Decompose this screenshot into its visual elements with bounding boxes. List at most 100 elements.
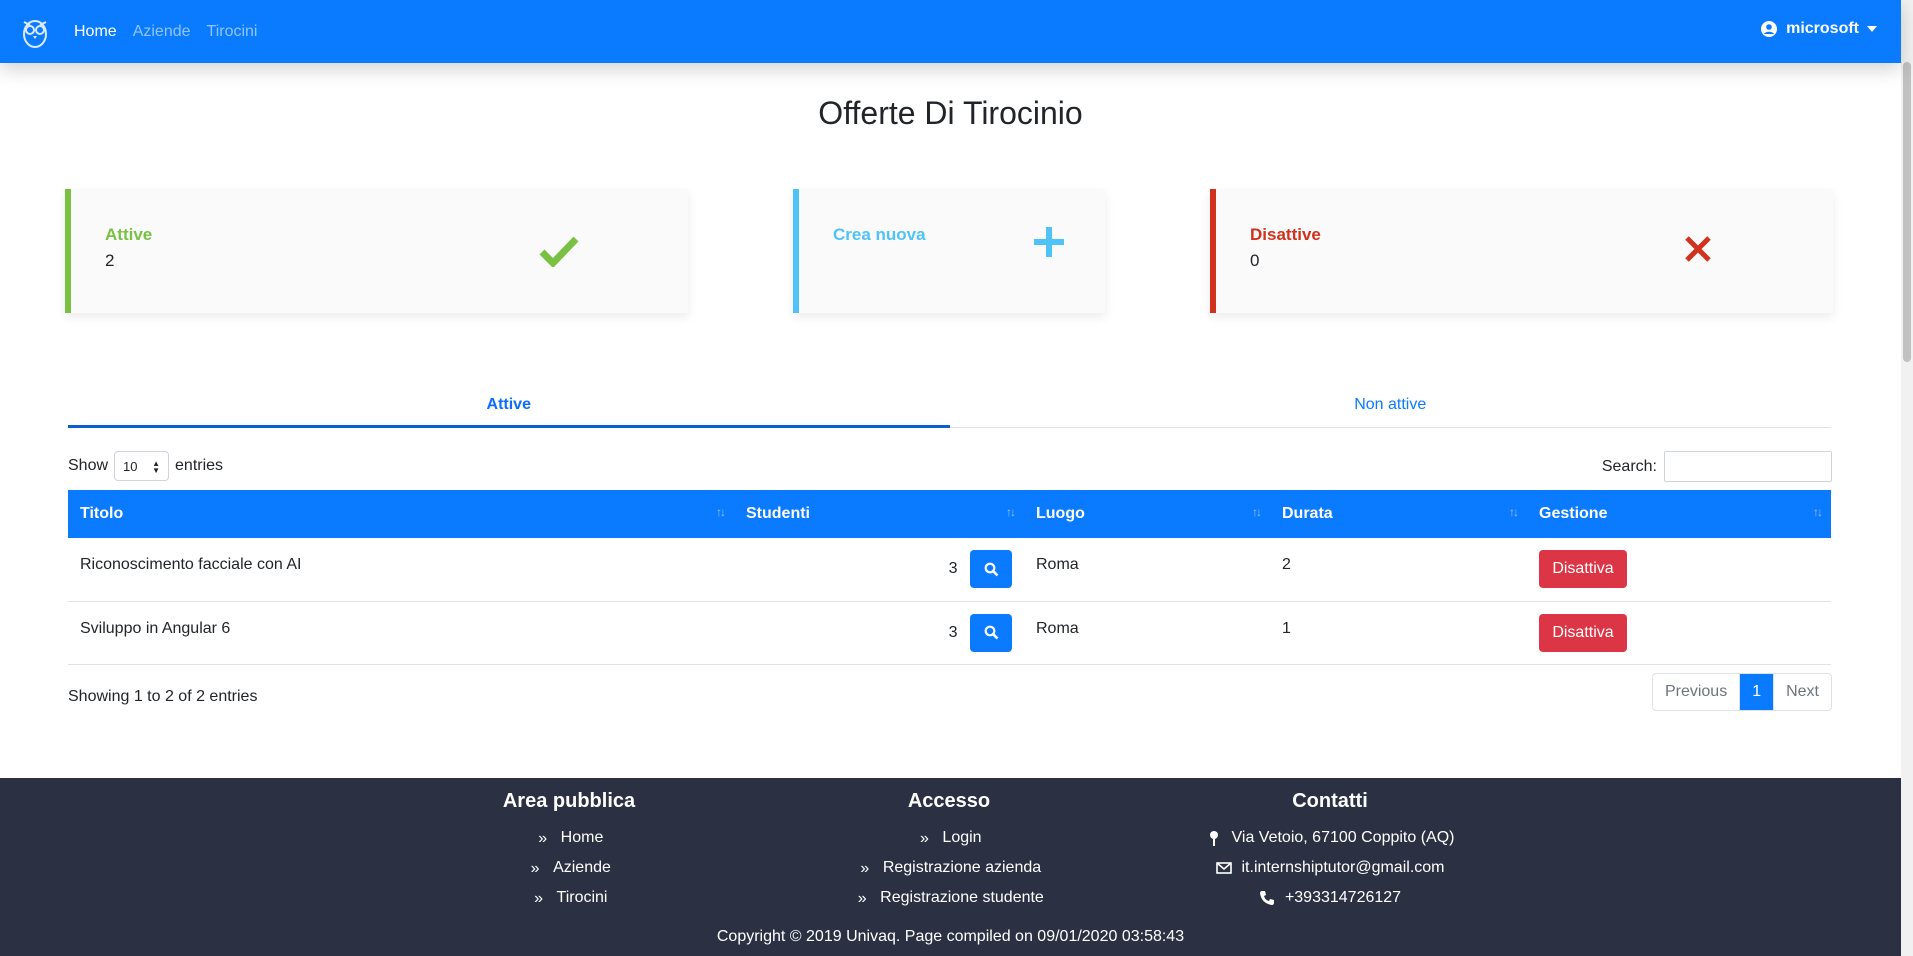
- footer-accesso: Accesso » Login » Registrazione azienda …: [799, 790, 1099, 913]
- nav-home[interactable]: Home: [74, 23, 117, 41]
- footer-phone[interactable]: +393314726127: [1180, 883, 1480, 913]
- table-info: Showing 1 to 2 of 2 entries: [68, 688, 258, 705]
- footer-link-registrazione-studente[interactable]: » Registrazione studente: [799, 883, 1099, 913]
- pagination-next[interactable]: Next: [1774, 674, 1831, 710]
- nav-tirocini[interactable]: Tirocini: [207, 23, 258, 41]
- search-label: Search:: [1601, 457, 1657, 475]
- offers-table: Titolo ↑↓ Studenti ↑↓ Luogo ↑↓ Durata ↑↓ Ges…: [68, 490, 1831, 665]
- header-luogo[interactable]: Luogo ↑↓: [1024, 490, 1270, 538]
- double-chevron-right-icon: »: [530, 860, 540, 877]
- page-length-select[interactable]: 10 ▲ ▼: [114, 451, 170, 481]
- active-offers-card[interactable]: Attive 2: [65, 189, 688, 313]
- cell-luogo: Roma: [1024, 538, 1270, 602]
- navbar: Home Aziende Tirocini microsoft: [0, 0, 1901, 63]
- pagination-previous[interactable]: Previous: [1653, 674, 1741, 710]
- create-card-label: Crea nuova: [833, 225, 926, 244]
- cell-titolo: Riconoscimento facciale con AI: [68, 538, 734, 602]
- search-input[interactable]: [1664, 451, 1832, 482]
- table-row: Riconoscimento facciale con AI 3 Roma 2 …: [68, 538, 1831, 602]
- footer: Area pubblica » Home » Aziende » Tirocin…: [0, 778, 1901, 956]
- sort-icon: ↑↓: [1006, 505, 1016, 519]
- cell-durata: 1: [1270, 601, 1527, 665]
- user-menu[interactable]: microsoft: [1761, 20, 1877, 38]
- sort-icon: ↑↓: [716, 505, 726, 519]
- double-chevron-right-icon: »: [857, 890, 867, 907]
- plus-icon[interactable]: [1032, 225, 1066, 259]
- envelope-icon: [1215, 862, 1232, 874]
- disattiva-button[interactable]: Disattiva: [1539, 613, 1627, 652]
- card-accent-bar: [793, 189, 799, 313]
- cell-studenti: 3: [734, 601, 1024, 665]
- table-row: Sviluppo in Angular 6 3 Roma 1 Disattiva: [68, 601, 1831, 665]
- sort-icon: ↑↓: [1252, 505, 1262, 519]
- user-circle-icon: [1761, 21, 1778, 37]
- phone-icon: [1259, 891, 1274, 905]
- tab-non-attive[interactable]: Non attive: [950, 388, 1832, 427]
- header-gestione[interactable]: Gestione ↑↓: [1527, 490, 1831, 538]
- footer-link-home[interactable]: » Home: [419, 823, 719, 853]
- card-accent-bar: [65, 189, 71, 313]
- double-chevron-right-icon: »: [534, 890, 543, 907]
- pagination: Previous 1 Next: [1651, 673, 1832, 711]
- active-card-label: Attive: [105, 225, 153, 244]
- map-pin-icon: [1209, 831, 1218, 846]
- footer-email[interactable]: it.internshiptutor@gmail.com: [1180, 853, 1480, 883]
- caret-down-icon: [1867, 26, 1877, 32]
- offers-tabs: Attive Non attive: [68, 388, 1831, 428]
- footer-link-tirocini[interactable]: » Tirocini: [419, 883, 719, 913]
- footer-heading: Area pubblica: [502, 790, 636, 812]
- owl-logo-icon[interactable]: [20, 14, 50, 50]
- check-icon: [539, 236, 579, 267]
- student-count: 3: [948, 623, 958, 641]
- pagination-page-1[interactable]: 1: [1740, 674, 1775, 710]
- inactive-card-count: 0: [1250, 251, 1260, 270]
- student-count: 3: [948, 560, 958, 578]
- search-icon: [984, 625, 998, 640]
- show-label: Show: [68, 457, 109, 474]
- active-card-count: 2: [105, 251, 115, 270]
- page-length-value: 10: [123, 458, 138, 474]
- table-header-row: Titolo ↑↓ Studenti ↑↓ Luogo ↑↓ Durata ↑↓ Ges…: [68, 490, 1831, 538]
- double-chevron-right-icon: »: [860, 860, 870, 877]
- scrollbar-thumb[interactable]: [1903, 62, 1911, 362]
- page-scrollbar[interactable]: [1901, 0, 1913, 956]
- double-chevron-right-icon: »: [538, 830, 548, 847]
- entries-label: entries: [175, 457, 224, 474]
- header-studenti[interactable]: Studenti ↑↓: [734, 490, 1024, 538]
- footer-area-pubblica: Area pubblica » Home » Aziende » Tirocin…: [419, 790, 719, 913]
- header-titolo[interactable]: Titolo ↑↓: [68, 490, 734, 538]
- create-offer-card[interactable]: Crea nuova: [793, 189, 1105, 313]
- inactive-card-label: Disattive: [1250, 225, 1321, 244]
- sort-icon: ↑↓: [1813, 505, 1823, 519]
- cross-icon: [1685, 236, 1711, 262]
- copyright: Copyright © 2019 Univaq. Page compiled o…: [716, 928, 1185, 945]
- inactive-offers-card[interactable]: Disattive 0: [1210, 189, 1833, 313]
- cell-studenti: 3: [734, 538, 1024, 602]
- entries-length-control: Show 10 ▲ ▼ entries: [68, 451, 223, 481]
- page-title: Offerte Di Tirocinio: [818, 95, 1083, 131]
- cell-luogo: Roma: [1024, 601, 1270, 665]
- disattiva-button[interactable]: Disattiva: [1539, 550, 1627, 589]
- footer-link-registrazione-azienda[interactable]: » Registrazione azienda: [799, 853, 1099, 883]
- user-name: microsoft: [1786, 20, 1859, 37]
- search-icon: [984, 562, 998, 577]
- view-students-button[interactable]: [970, 550, 1012, 589]
- cell-gestione: Disattiva: [1527, 538, 1831, 602]
- double-chevron-right-icon: »: [919, 830, 929, 847]
- sort-icon: ↑↓: [1509, 505, 1519, 519]
- footer-link-aziende[interactable]: » Aziende: [419, 853, 719, 883]
- cell-gestione: Disattiva: [1527, 601, 1831, 665]
- footer-contatti: Contatti Via Vetoio, 67100 Coppito (AQ) …: [1180, 790, 1480, 913]
- select-arrows-icon: ▲ ▼: [152, 459, 161, 475]
- footer-link-login[interactable]: » Login: [799, 823, 1099, 853]
- footer-heading: Accesso: [907, 790, 991, 812]
- table-search: Search:: [1602, 451, 1832, 482]
- card-accent-bar: [1210, 189, 1216, 313]
- footer-heading: Contatti: [1292, 790, 1368, 812]
- nav-aziende[interactable]: Aziende: [133, 23, 191, 41]
- header-durata[interactable]: Durata ↑↓: [1270, 490, 1527, 538]
- view-students-button[interactable]: [970, 613, 1012, 652]
- tab-attive[interactable]: Attive: [68, 388, 950, 428]
- cell-titolo: Sviluppo in Angular 6: [68, 601, 734, 665]
- footer-address: Via Vetoio, 67100 Coppito (AQ): [1180, 823, 1480, 853]
